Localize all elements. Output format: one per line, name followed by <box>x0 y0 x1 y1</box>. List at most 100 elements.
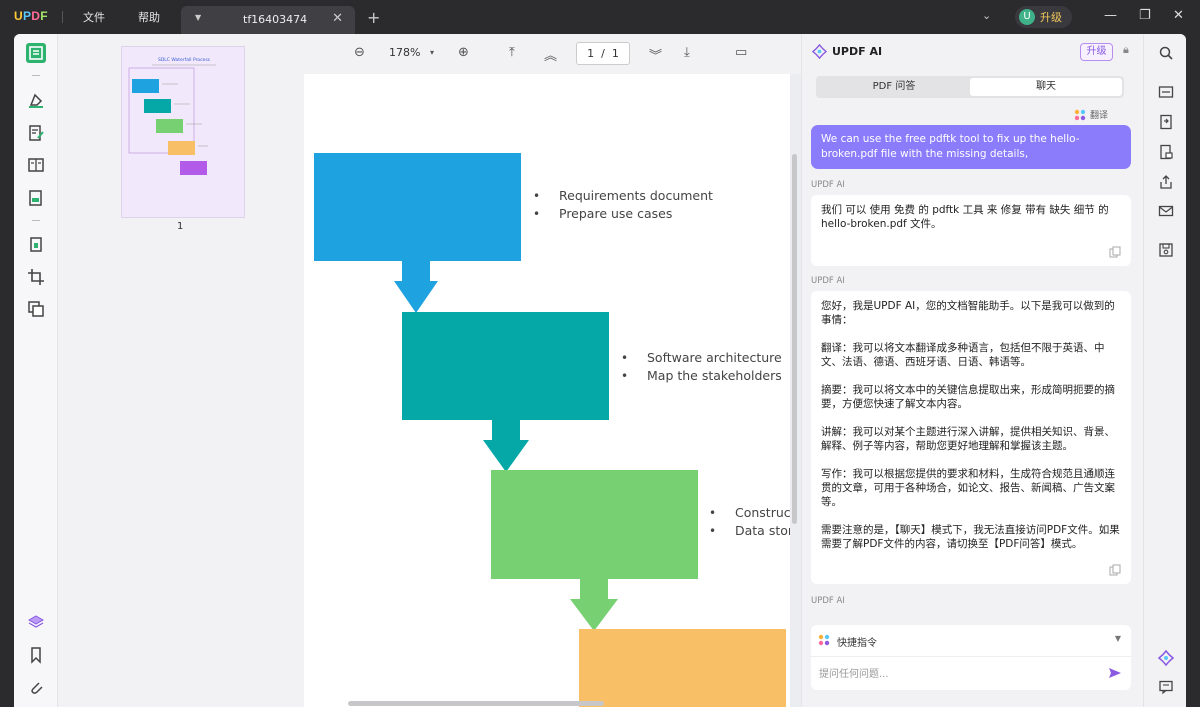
close-window-icon[interactable]: ✕ <box>1173 8 1184 23</box>
account-upgrade-button[interactable]: U 升级 <box>1015 6 1072 28</box>
menu-file[interactable]: 文件 <box>83 9 105 25</box>
ocr-icon[interactable] <box>1158 84 1174 100</box>
bullet-list-3: Construct Data stor <box>709 504 790 540</box>
bullet-item: Prepare use cases <box>533 205 713 223</box>
ai-reply-1: 我们 可以 使用 免费 的 pdftk 工具 来 修复 带有 缺失 细节 的 h… <box>811 195 1131 266</box>
ai-panel-title: UPDF AI <box>832 45 883 58</box>
flow-arrow-2-head <box>483 440 529 472</box>
comment-highlighter-icon[interactable] <box>26 90 46 110</box>
horizontal-scrollbar[interactable] <box>348 701 604 706</box>
quick-command-icon <box>818 634 830 646</box>
tab-dropdown-icon[interactable]: ▼ <box>195 13 201 22</box>
translate-icon <box>1074 109 1086 121</box>
page-separator: / <box>601 47 605 60</box>
next-page-icon[interactable]: ︾ <box>649 45 662 64</box>
user-message: We can use the free pdftk tool to fix up… <box>811 125 1131 169</box>
ai-reply-paragraph: 需要注意的是，【聊天】模式下，我无法直接访问PDF文件。如果需要了解PDF文件的… <box>821 524 1120 550</box>
main-window: SDLC Waterfall Process 1 ⊖ 178% ▾ ⊕ ⤒ ︽ … <box>14 34 1186 707</box>
tab-close-icon[interactable]: ✕ <box>332 11 343 26</box>
zoom-in-icon[interactable]: ⊕ <box>458 45 469 60</box>
current-page: 1 <box>587 47 595 60</box>
protect-icon[interactable] <box>1158 144 1174 160</box>
tab-title: tf16403474 <box>243 13 308 26</box>
translate-label: 翻译 <box>1090 111 1109 121</box>
flow-arrow-1-head <box>394 281 438 313</box>
tools-icon[interactable] <box>26 299 46 319</box>
quick-command-label: 快捷指令 <box>837 638 877 649</box>
reader-mode-icon[interactable] <box>26 43 46 63</box>
bullet-item: Requirements document <box>533 187 713 205</box>
updf-ai-icon[interactable] <box>1157 649 1175 667</box>
minimize-icon[interactable]: — <box>1104 8 1117 23</box>
edit-pdf-icon[interactable] <box>26 123 46 143</box>
lock-icon[interactable]: 🔒︎ <box>1123 43 1129 57</box>
document-tab[interactable]: ▼ tf16403474 ✕ <box>181 6 355 34</box>
ai-sender-label: UPDF AI <box>811 180 845 190</box>
layers-icon[interactable] <box>26 612 46 632</box>
quick-command-select[interactable]: 快捷指令 ▼ <box>811 625 1131 657</box>
copy-icon[interactable] <box>1109 246 1121 258</box>
bullet-item: Construct <box>709 504 790 522</box>
convert-icon[interactable] <box>1158 114 1174 130</box>
form-icon[interactable] <box>26 188 46 208</box>
zoom-dropdown-icon[interactable]: ▾ <box>430 48 434 57</box>
flow-arrow-3-head <box>570 599 618 631</box>
search-icon[interactable] <box>1158 45 1174 61</box>
ai-reply-paragraph: 您好，我是UPDF AI，您的文档智能助手。以下是我可以做到的事情： <box>821 300 1115 326</box>
chevron-down-icon: ▼ <box>1114 634 1121 643</box>
feedback-icon[interactable] <box>1158 679 1174 695</box>
bookmark-icon[interactable] <box>26 645 46 665</box>
page-thumbnail[interactable]: SDLC Waterfall Process <box>121 46 245 218</box>
ai-reply-paragraph: 写作：我可以根据您提供的要求和材料，生成符合规范且通顺连贯的文章，可用于各种场合… <box>821 468 1115 508</box>
thumbnail-title: SDLC Waterfall Process <box>158 57 211 63</box>
flow-arrow-2-stem <box>492 420 520 440</box>
ai-reply-text: 我们 可以 使用 免费 的 pdftk 工具 来 修复 带有 缺失 细节 的 h… <box>821 204 1109 230</box>
thumbnail-panel: SDLC Waterfall Process 1 <box>59 34 304 707</box>
maximize-icon[interactable]: ❐ <box>1139 8 1151 23</box>
new-tab-plus-icon[interactable]: + <box>367 8 380 27</box>
tab-pdf-qa[interactable]: PDF 问答 <box>818 78 970 96</box>
first-page-icon[interactable]: ⤒ <box>509 45 515 60</box>
process-block-4 <box>579 629 786 707</box>
page-number-input[interactable]: 1 / 1 <box>576 42 630 65</box>
copy-icon[interactable] <box>1109 564 1121 576</box>
title-bar-divider <box>62 11 63 23</box>
ai-sender-label: UPDF AI <box>811 276 845 286</box>
tabs-chevron-down-icon[interactable]: ⌄ <box>982 9 991 22</box>
bullet-list-2: Software architecture Map the stakeholde… <box>621 349 782 385</box>
vertical-scrollbar[interactable] <box>792 154 797 524</box>
save-icon[interactable] <box>1158 242 1174 258</box>
document-viewer: ⊖ 178% ▾ ⊕ ⤒ ︽ 1 / 1 ︾ ⤓ ▭ Requirements … <box>304 34 801 707</box>
translate-button[interactable]: 翻译 <box>1074 108 1109 121</box>
bullet-item: Data stor <box>709 522 790 540</box>
ask-input[interactable] <box>819 665 1089 683</box>
page-layout-icon[interactable] <box>26 155 46 175</box>
zoom-out-icon[interactable]: ⊖ <box>354 45 365 60</box>
total-pages: 1 <box>611 47 619 60</box>
presentation-icon[interactable]: ▭ <box>735 45 747 60</box>
process-block-1 <box>314 153 521 261</box>
organize-pages-icon[interactable] <box>26 235 46 255</box>
zoom-level[interactable]: 178% <box>389 46 420 59</box>
bullet-item: Software architecture <box>621 349 782 367</box>
last-page-icon[interactable]: ⤓ <box>684 45 690 60</box>
left-toolbar <box>14 34 58 707</box>
crop-icon[interactable] <box>26 267 46 287</box>
share-icon[interactable] <box>1158 174 1174 190</box>
ai-reply-paragraph: 讲解：我可以对某个主题进行深入讲解，提供相关知识、背景、解释、例子等内容，帮助您… <box>821 426 1115 452</box>
attachment-icon[interactable] <box>26 677 46 697</box>
mail-icon[interactable] <box>1158 203 1174 219</box>
previous-page-icon[interactable]: ︽ <box>544 45 557 64</box>
menu-help[interactable]: 帮助 <box>138 9 160 25</box>
flow-arrow-1-stem <box>402 261 430 281</box>
ai-sender-label: UPDF AI <box>811 596 845 606</box>
send-icon[interactable] <box>1107 665 1123 681</box>
toolbar-divider <box>32 220 40 221</box>
tab-chat[interactable]: 聊天 <box>970 78 1122 96</box>
title-bar: UPDF 文件 帮助 ▼ tf16403474 ✕ + ⌄ U 升级 — ❐ ✕ <box>0 0 1200 34</box>
thumbnail-page-number: 1 <box>177 221 184 232</box>
ask-box <box>811 657 1131 690</box>
avatar: U <box>1019 9 1035 25</box>
ai-panel: UPDF AI 升级 🔒︎ PDF 问答 聊天 翻译 We can use th… <box>801 34 1142 707</box>
ai-upgrade-button[interactable]: 升级 <box>1080 43 1113 61</box>
